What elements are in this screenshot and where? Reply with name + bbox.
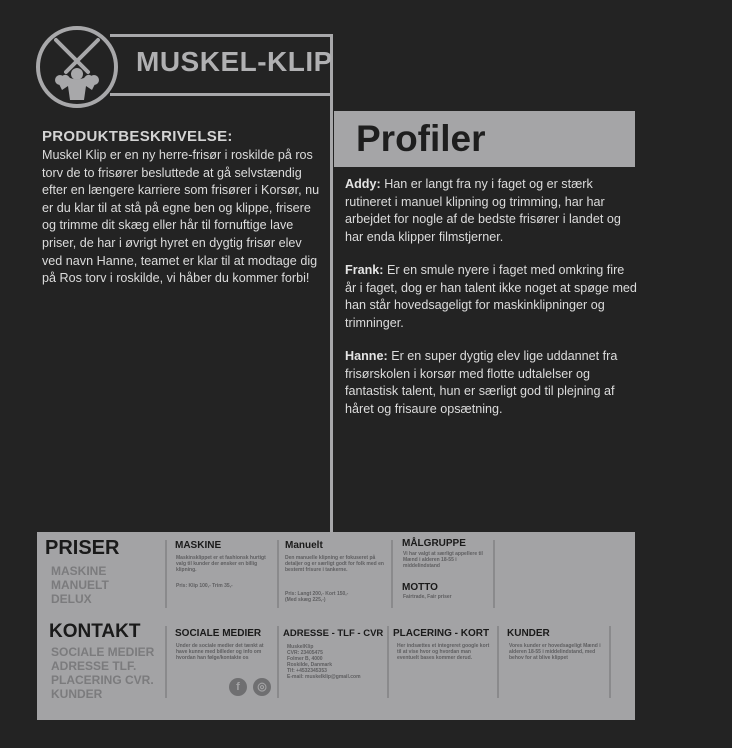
separator xyxy=(277,540,279,608)
profile-name: Frank: xyxy=(345,263,384,277)
priser-item: DELUX xyxy=(51,592,92,606)
profile-text: Er en smule nyere i faget med omkring fi… xyxy=(345,263,637,330)
kunder-title: KUNDER xyxy=(507,628,550,639)
profile-frank: Frank: Er en smule nyere i faget med omk… xyxy=(345,262,637,332)
priser-item: MASKINE xyxy=(51,564,107,578)
scissors-bodybuilder-logo-icon xyxy=(36,26,118,108)
placering-text: Her indsættes et integreret google kort … xyxy=(397,643,490,661)
manuelt-title: Manuelt xyxy=(285,540,323,551)
kontakt-item: PLACERING CVR. xyxy=(51,673,154,687)
motto-title: MOTTO xyxy=(402,582,438,593)
profile-text: Han er langt fra ny i faget og er stærk … xyxy=(345,177,621,244)
separator xyxy=(493,540,495,608)
separator xyxy=(165,626,167,698)
sociale-title: SOCIALE MEDIER xyxy=(175,628,262,639)
malgruppe-text: Vi har valgt at særligt appellere til Mæ… xyxy=(403,551,483,569)
logo-frame-top xyxy=(110,34,332,37)
separator xyxy=(165,540,167,608)
kontakt-title: KONTAKT xyxy=(49,621,141,642)
kontakt-item: SOCIALE MEDIER xyxy=(51,645,155,659)
info-panel: PRISER MASKINE MANUELT DELUX KONTAKT SOC… xyxy=(37,532,635,720)
separator xyxy=(497,626,499,698)
kunder-text: Vores kunder er hovedsageligt Mænd i ald… xyxy=(509,643,601,661)
separator xyxy=(387,626,389,698)
malgruppe-title: MÅLGRUPPE xyxy=(402,538,466,549)
maskine-price: Pris: Klip 100,- Trim 35,- xyxy=(176,583,233,589)
separator xyxy=(391,540,393,608)
priser-title: PRISER xyxy=(45,537,120,559)
profile-name: Hanne: xyxy=(345,349,388,363)
priser-item: MANUELT xyxy=(51,578,109,592)
separator xyxy=(277,626,279,698)
maskine-title: MASKINE xyxy=(175,540,222,551)
facebook-icon[interactable]: f xyxy=(229,678,247,696)
produkt-body: Muskel Klip er en ny herre-frisør i rosk… xyxy=(42,148,320,286)
manuelt-price: Pris: Langt 200,- Kort 150,- (Med skæg 2… xyxy=(285,591,349,603)
sociale-text: Under de sociale medier det tænkt at hav… xyxy=(176,643,264,661)
profiler-title: Profiler xyxy=(356,118,486,159)
kontakt-item: ADRESSE TLF. xyxy=(51,659,137,673)
placering-title: PLACERING - KORT xyxy=(393,628,490,639)
produkt-title: PRODUKTBESKRIVELSE: xyxy=(42,128,233,145)
maskine-text: Maskinsklippet er et fashionsk hurtigt v… xyxy=(176,555,266,573)
profile-name: Addy: xyxy=(345,177,381,191)
logo-text: MUSKEL-KLIP xyxy=(136,46,333,77)
instagram-icon[interactable]: ◎ xyxy=(253,678,271,696)
profile-hanne: Hanne: Er en super dygtig elev lige udda… xyxy=(345,348,637,418)
manuelt-text: Den manuelle klipning er fokuseret på de… xyxy=(285,555,384,573)
logo-frame-bottom xyxy=(110,93,332,96)
adresse-text: MuskelKlip CVR: 23405475 Folmer B, 4000 … xyxy=(287,644,361,680)
adresse-title: ADRESSE - TLF - CVR xyxy=(283,628,384,639)
separator xyxy=(609,626,611,698)
motto-text: Fairtrade, Fair priser xyxy=(403,594,452,600)
divider-vertical xyxy=(330,34,333,594)
kontakt-item: KUNDER xyxy=(51,687,103,701)
profile-addy: Addy: Han er langt fra ny i faget og er … xyxy=(345,176,637,246)
